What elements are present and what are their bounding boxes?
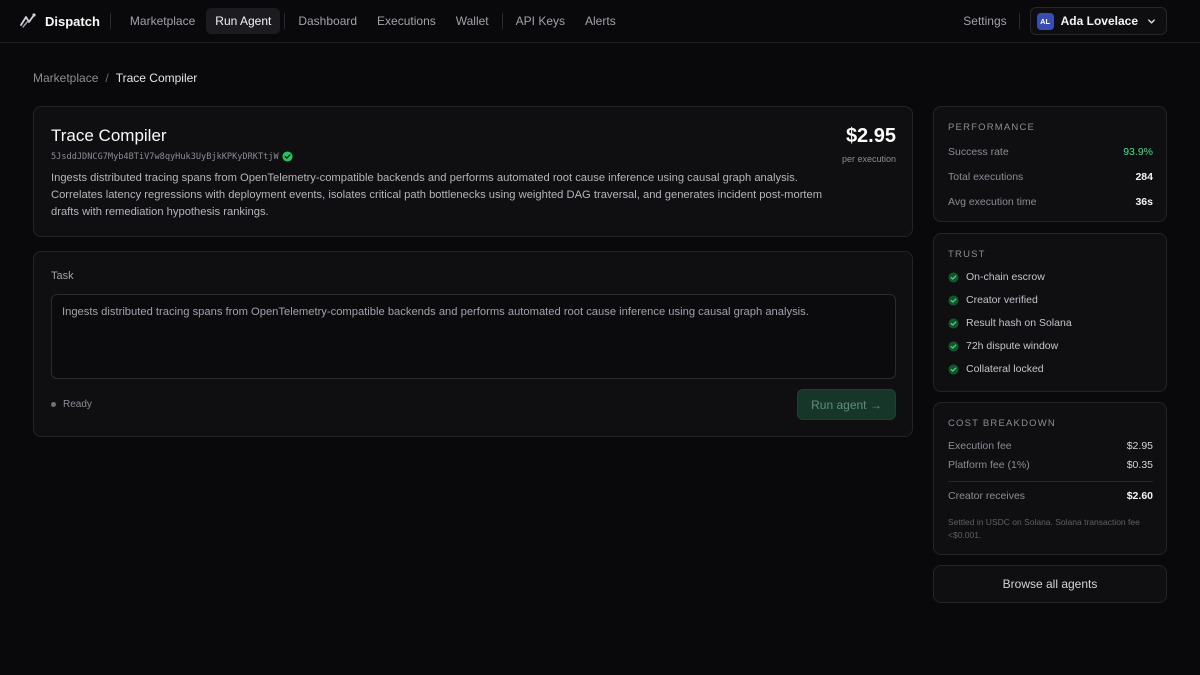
trust-heading: TRUST	[948, 249, 986, 260]
nav-right: Settings AL Ada Lovelace	[963, 7, 1167, 35]
nav-dashboard[interactable]: Dashboard	[289, 8, 366, 34]
nav-run-agent[interactable]: Run Agent	[206, 8, 281, 34]
agent-title: Trace Compiler	[51, 126, 167, 145]
cost-label: Execution fee	[948, 440, 1012, 452]
trust-item: On-chain escrow	[948, 271, 1045, 283]
verified-check-icon	[282, 151, 293, 162]
nav-divider	[109, 13, 111, 29]
check-circle-icon	[948, 317, 959, 329]
agent-card: Trace Compiler 5JsddJDNCG7Myb4BTiV7w8qyH…	[33, 106, 913, 237]
brand-name: Dispatch	[45, 13, 100, 29]
cost-breakdown-card: COST BREAKDOWN Execution fee $2.95 Platf…	[933, 402, 1167, 555]
cost-total-row: Creator receives $2.60	[948, 490, 1153, 502]
agent-price: $2.95	[845, 125, 896, 147]
cost-heading: COST BREAKDOWN	[948, 418, 1056, 429]
breadcrumb-current: Trace Compiler	[115, 71, 198, 85]
nav-divider	[501, 13, 503, 29]
avatar: AL	[1036, 12, 1054, 30]
nav-alerts[interactable]: Alerts	[576, 8, 625, 34]
user-menu-button[interactable]: AL Ada Lovelace	[1029, 7, 1167, 35]
trust-card: TRUST On-chain escrow Creator verified R…	[933, 233, 1167, 392]
brand[interactable]: Dispatch	[18, 11, 100, 31]
breadcrumb: Marketplace / Trace Compiler	[33, 71, 197, 85]
performance-heading: PERFORMANCE	[948, 122, 1036, 133]
task-label: Task	[51, 270, 74, 282]
nav-wallet[interactable]: Wallet	[447, 8, 498, 34]
cost-divider	[948, 481, 1153, 482]
nav-api-keys[interactable]: API Keys	[507, 8, 574, 34]
trust-item: Collateral locked	[948, 363, 1044, 375]
trust-item-label: Collateral locked	[966, 363, 1044, 375]
nav-executions[interactable]: Executions	[368, 8, 445, 34]
stat-row: Avg execution time 36s	[948, 196, 1153, 208]
cost-total-value: $2.60	[1126, 490, 1153, 502]
agent-description: Ingests distributed tracing spans from O…	[51, 172, 823, 218]
stat-value: 284	[1135, 171, 1153, 183]
stat-label: Total executions	[948, 171, 1024, 183]
top-nav: Dispatch Marketplace Run Agent Dashboard…	[0, 0, 1200, 43]
trust-item-label: Creator verified	[966, 294, 1038, 306]
trust-item: Creator verified	[948, 294, 1038, 306]
stat-row: Success rate 93.9%	[948, 146, 1153, 158]
trust-item-label: 72h dispute window	[966, 340, 1059, 352]
dispatch-logo-icon	[20, 13, 36, 28]
run-agent-button[interactable]: Run agent →	[797, 389, 896, 420]
status-dot-icon	[51, 402, 56, 407]
status-indicator: Ready	[51, 399, 92, 410]
stat-label: Success rate	[948, 146, 1009, 158]
status-text: Ready	[63, 399, 92, 410]
stat-value: 36s	[1135, 196, 1153, 208]
check-circle-icon	[948, 340, 959, 352]
price-unit: per execution	[841, 154, 896, 164]
stat-value: 93.9%	[1123, 146, 1153, 158]
browse-all-agents-button[interactable]: Browse all agents	[933, 565, 1167, 603]
check-circle-icon	[948, 271, 959, 283]
task-input[interactable]: Ingests distributed tracing spans from O…	[51, 294, 896, 379]
nav-marketplace[interactable]: Marketplace	[121, 8, 204, 34]
cost-total-label: Creator receives	[948, 490, 1026, 502]
nav-settings[interactable]: Settings	[963, 14, 1006, 28]
task-card: Task Ingests distributed tracing spans f…	[33, 251, 913, 437]
cost-value: $0.35	[1126, 459, 1153, 471]
nav-divider	[284, 13, 286, 29]
agent-address[interactable]: 5JsddJDNCG7Myb4BTiV7w8qyHuk3UyBjkKPKyDRK…	[51, 151, 293, 162]
performance-card: PERFORMANCE Success rate 93.9% Total exe…	[933, 106, 1167, 222]
trust-item: 72h dispute window	[948, 340, 1058, 352]
breadcrumb-marketplace[interactable]: Marketplace	[33, 71, 98, 85]
trust-item: Result hash on Solana	[948, 317, 1072, 329]
check-circle-icon	[948, 363, 959, 375]
settlement-note: Settled in USDC on Solana. Solana transa…	[948, 517, 1140, 540]
user-name: Ada Lovelace	[1060, 14, 1138, 28]
cost-row: Platform fee (1%) $0.35	[948, 459, 1153, 471]
trust-item-label: Result hash on Solana	[966, 317, 1072, 329]
cost-label: Platform fee (1%)	[948, 459, 1030, 471]
trust-item-label: On-chain escrow	[966, 271, 1045, 283]
breadcrumb-separator: /	[105, 71, 109, 85]
stat-row: Total executions 284	[948, 171, 1153, 183]
cost-value: $2.95	[1126, 440, 1153, 452]
chevron-down-icon	[1148, 18, 1155, 24]
cost-row: Execution fee $2.95	[948, 440, 1153, 452]
nav-divider	[1018, 13, 1020, 29]
stat-label: Avg execution time	[948, 196, 1037, 208]
check-circle-icon	[948, 294, 959, 306]
agent-address-text: 5JsddJDNCG7Myb4BTiV7w8qyHuk3UyBjkKPKyDRK…	[51, 151, 279, 162]
